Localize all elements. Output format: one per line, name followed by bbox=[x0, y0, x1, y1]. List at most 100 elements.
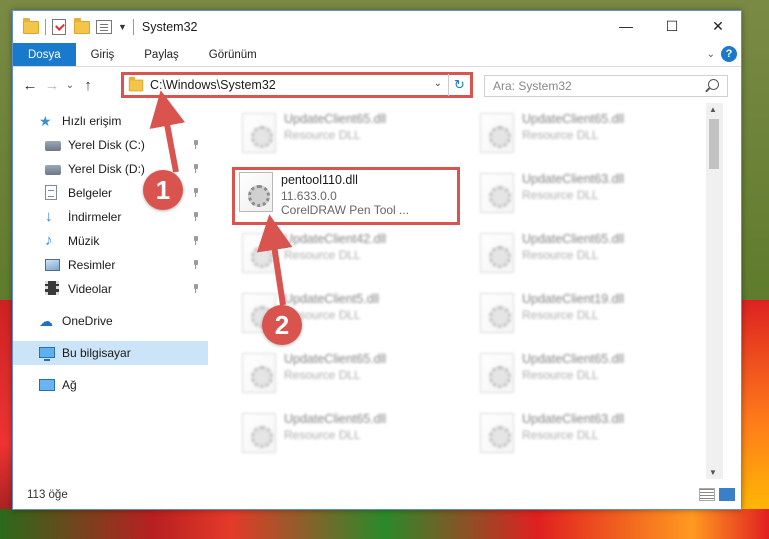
sidebar-item-label: Videolar bbox=[68, 282, 112, 296]
file-description: Resource DLL bbox=[522, 128, 599, 142]
file-name: pentool110.dll bbox=[281, 173, 358, 187]
dll-file-icon bbox=[480, 293, 514, 333]
file-description: Resource DLL bbox=[522, 248, 599, 262]
address-bar[interactable]: C:\Windows\System32 ⌄ ↻ bbox=[121, 72, 473, 98]
file-name: UpdateClient65.dll bbox=[284, 112, 387, 126]
tab-dosya[interactable]: Dosya bbox=[13, 43, 76, 66]
sidebar-item-label: Hızlı erişim bbox=[62, 114, 122, 128]
properties-check-icon[interactable] bbox=[52, 19, 68, 35]
pin-icon[interactable] bbox=[192, 236, 200, 245]
pin-icon[interactable] bbox=[192, 260, 200, 269]
back-arrow-icon[interactable]: ← bbox=[19, 77, 41, 94]
tab-paylas[interactable]: Paylaş bbox=[129, 43, 194, 66]
sidebar-item-local-disk-c[interactable]: Yerel Disk (C:) bbox=[13, 133, 208, 157]
file-item[interactable]: UpdateClient65.dll Resource DLL bbox=[238, 109, 460, 161]
file-item[interactable]: UpdateClient65.dll Resource DLL bbox=[476, 229, 698, 281]
customize-toolbar-icon[interactable]: ▼ bbox=[118, 22, 127, 32]
address-row: ← → ⌄ ↑ C:\Windows\System32 ⌄ ↻ Ara: Sys… bbox=[13, 67, 741, 103]
sidebar-item-label: OneDrive bbox=[62, 314, 113, 328]
file-name: UpdateClient65.dll bbox=[284, 352, 387, 366]
sidebar-item-network[interactable]: Ağ bbox=[13, 373, 208, 397]
refresh-icon[interactable]: ↻ bbox=[448, 74, 470, 96]
recent-locations-chevron-icon[interactable]: ⌄ bbox=[63, 80, 77, 91]
file-item-pentool[interactable]: pentool110.dll 11.633.0.0 CorelDRAW Pen To… bbox=[232, 167, 460, 225]
file-item[interactable]: UpdateClient65.dll Resource DLL bbox=[238, 409, 460, 461]
file-item[interactable]: UpdateClient63.dll Resource DLL bbox=[476, 169, 698, 221]
background-flower-right bbox=[739, 300, 769, 539]
sidebar-item-quick-access[interactable]: ★ Hızlı erişim bbox=[13, 109, 208, 133]
new-folder-icon[interactable] bbox=[74, 18, 90, 35]
pin-icon[interactable] bbox=[192, 164, 200, 173]
music-note-icon: ♪ bbox=[45, 232, 53, 249]
dll-file-icon bbox=[480, 413, 514, 453]
sidebar-item-music[interactable]: ♪ Müzik bbox=[13, 229, 208, 253]
view-buttons bbox=[699, 488, 735, 501]
search-input[interactable]: Ara: System32 bbox=[484, 75, 728, 97]
scroll-down-arrow-icon[interactable]: ▼ bbox=[709, 468, 717, 477]
dll-file-icon bbox=[480, 353, 514, 393]
sidebar-item-label: Belgeler bbox=[68, 186, 113, 200]
file-item[interactable]: UpdateClient42.dll Resource DLL bbox=[238, 229, 460, 281]
download-arrow-icon: ↓ bbox=[45, 208, 53, 225]
expand-ribbon-chevron-icon[interactable]: ⌄ bbox=[707, 49, 715, 60]
sidebar-item-pictures[interactable]: Resimler bbox=[13, 253, 208, 277]
search-icon[interactable] bbox=[708, 79, 719, 90]
sidebar-item-label: Bu bilgisayar bbox=[62, 346, 131, 360]
folder-icon bbox=[23, 18, 39, 35]
search-placeholder: Ara: System32 bbox=[493, 79, 572, 93]
sidebar-item-label: Müzik bbox=[68, 234, 100, 248]
minimize-button[interactable]: — bbox=[603, 11, 649, 41]
file-item[interactable]: UpdateClient63.dll Resource DLL bbox=[476, 409, 698, 461]
tab-gorunum[interactable]: Görünüm bbox=[194, 43, 272, 66]
address-path[interactable]: C:\Windows\System32 bbox=[150, 78, 276, 92]
file-item[interactable]: UpdateClient65.dll Resource DLL bbox=[476, 349, 698, 401]
ribbon-controls: ⌄ ? bbox=[707, 46, 737, 62]
sidebar-item-label: İndirmeler bbox=[68, 210, 122, 224]
item-count: 113 öğe bbox=[27, 489, 68, 501]
file-item[interactable]: UpdateClient65.dll Resource DLL bbox=[238, 349, 460, 401]
file-name: UpdateClient65.dll bbox=[522, 352, 625, 366]
vertical-scrollbar[interactable]: ▲ ▼ bbox=[706, 103, 723, 479]
file-name: UpdateClient19.dll bbox=[522, 292, 625, 306]
file-item[interactable]: UpdateClient65.dll Resource DLL bbox=[476, 109, 698, 161]
pin-icon[interactable] bbox=[192, 140, 200, 149]
picture-icon bbox=[45, 257, 61, 273]
file-description: Resource DLL bbox=[522, 188, 599, 202]
properties-icon[interactable] bbox=[96, 19, 112, 35]
up-arrow-icon[interactable]: ↑ bbox=[77, 77, 99, 94]
cloud-icon: ☁ bbox=[39, 313, 53, 329]
title-bar: ▼ System32 — ☐ ✕ bbox=[13, 11, 741, 43]
sidebar-item-label: Yerel Disk (C:) bbox=[68, 138, 145, 152]
maximize-button[interactable]: ☐ bbox=[649, 11, 695, 41]
file-description: Resource DLL bbox=[284, 428, 361, 442]
sidebar-item-onedrive[interactable]: ☁ OneDrive bbox=[13, 309, 208, 333]
scrollbar-thumb[interactable] bbox=[709, 119, 719, 169]
large-icons-view-icon[interactable] bbox=[719, 488, 735, 501]
file-name: UpdateClient42.dll bbox=[284, 232, 387, 246]
main-area: ★ Hızlı erişim Yerel Disk (C:) Yerel Dis… bbox=[13, 103, 741, 479]
window-controls: — ☐ ✕ bbox=[603, 11, 741, 41]
computer-icon bbox=[39, 345, 55, 361]
pin-icon[interactable] bbox=[192, 188, 200, 197]
file-version: 11.633.0.0 bbox=[281, 189, 337, 203]
sidebar-item-downloads[interactable]: ↓ İndirmeler bbox=[13, 205, 208, 229]
dll-file-icon bbox=[242, 353, 276, 393]
address-dropdown-chevron-icon[interactable]: ⌄ bbox=[434, 78, 442, 89]
sidebar-item-videos[interactable]: Videolar bbox=[13, 277, 208, 301]
dll-file-icon bbox=[480, 233, 514, 273]
explorer-window: ▼ System32 — ☐ ✕ Dosya Giriş Paylaş Görü… bbox=[12, 10, 742, 510]
toolbar-separator bbox=[45, 19, 46, 35]
help-icon[interactable]: ? bbox=[721, 46, 737, 62]
file-description: Resource DLL bbox=[522, 308, 599, 322]
file-item[interactable]: UpdateClient19.dll Resource DLL bbox=[476, 289, 698, 341]
close-button[interactable]: ✕ bbox=[695, 11, 741, 41]
tab-giris[interactable]: Giriş bbox=[76, 43, 130, 66]
pin-icon[interactable] bbox=[192, 284, 200, 293]
file-description: Resource DLL bbox=[284, 368, 361, 382]
pin-icon[interactable] bbox=[192, 212, 200, 221]
dll-file-icon bbox=[480, 113, 514, 153]
details-view-icon[interactable] bbox=[699, 488, 715, 501]
sidebar-item-this-pc[interactable]: Bu bilgisayar bbox=[13, 341, 208, 365]
forward-arrow-icon[interactable]: → bbox=[41, 77, 63, 94]
scroll-up-arrow-icon[interactable]: ▲ bbox=[709, 105, 717, 114]
